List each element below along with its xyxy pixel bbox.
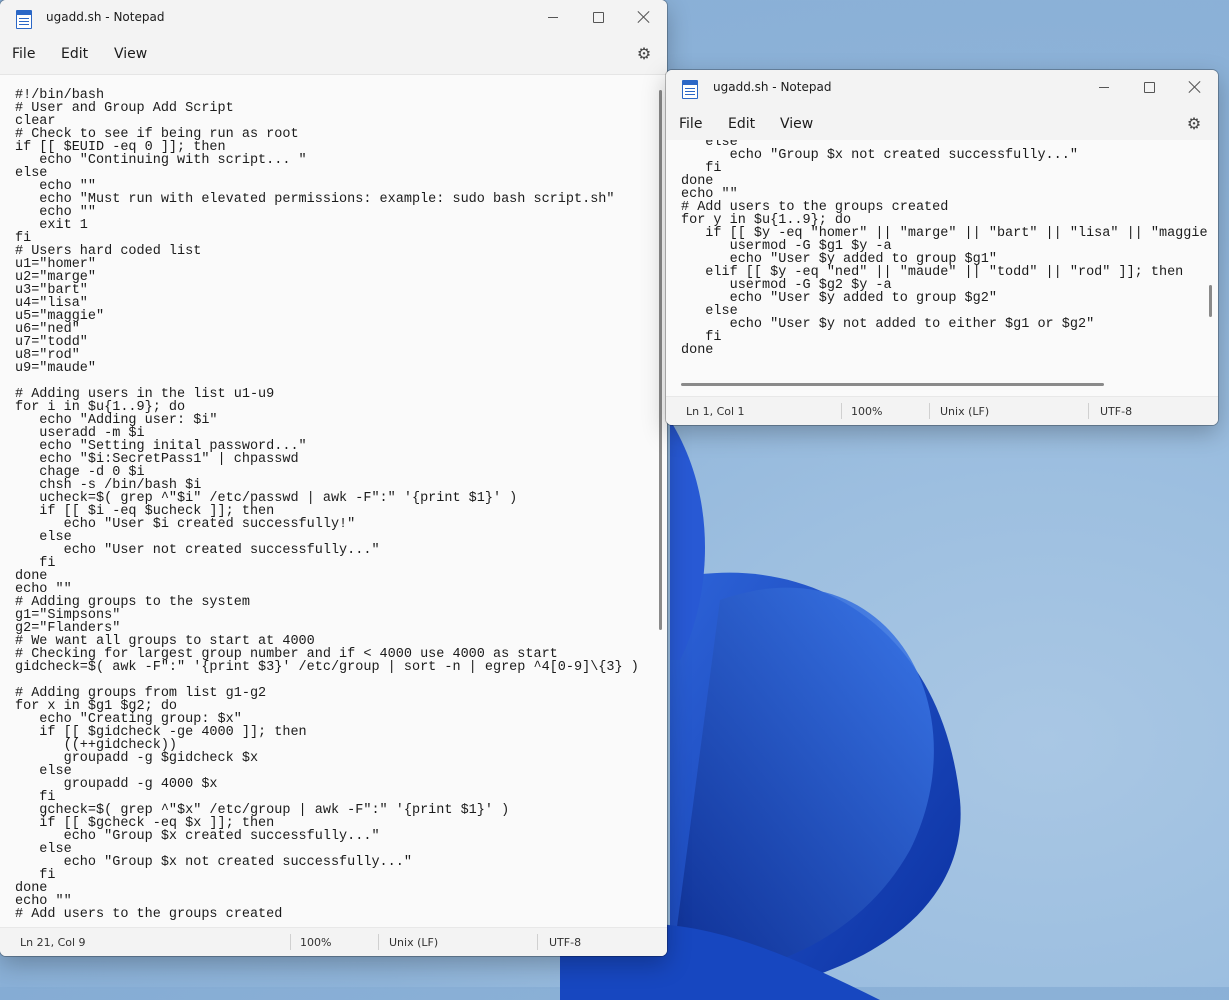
menu-bar: File Edit View ⚙: [0, 36, 667, 75]
close-icon: [638, 11, 650, 23]
menu-edit[interactable]: Edit: [728, 116, 755, 132]
text-editor[interactable]: #!/bin/bash # User and Group Add Script …: [0, 75, 667, 928]
minimize-icon: [548, 16, 558, 18]
text-editor[interactable]: else echo "Group $x not created successf…: [666, 140, 1218, 397]
title-bar[interactable]: ugadd.sh - Notepad: [0, 0, 667, 36]
menu-file[interactable]: File: [12, 46, 35, 62]
vertical-scrollbar[interactable]: [1209, 285, 1212, 317]
status-divider: [841, 403, 842, 419]
minimize-button[interactable]: [530, 0, 576, 34]
vertical-scrollbar[interactable]: [659, 90, 662, 630]
close-button[interactable]: [621, 0, 667, 34]
horizontal-scrollbar[interactable]: [681, 383, 1104, 386]
minimize-icon: [1099, 86, 1109, 88]
menu-file[interactable]: File: [679, 116, 702, 132]
status-bar: Ln 21, Col 9 100% Unix (LF) UTF-8: [0, 927, 667, 956]
zoom-level[interactable]: 100%: [300, 936, 331, 949]
settings-gear-icon[interactable]: ⚙: [635, 45, 653, 63]
menu-edit[interactable]: Edit: [61, 46, 88, 62]
status-divider: [929, 403, 930, 419]
notepad-icon: [16, 10, 32, 29]
line-ending[interactable]: Unix (LF): [389, 936, 438, 949]
cursor-position: Ln 1, Col 1: [686, 405, 745, 418]
status-bar: Ln 1, Col 1 100% Unix (LF) UTF-8: [666, 396, 1218, 425]
minimize-button[interactable]: [1081, 70, 1127, 104]
close-button[interactable]: [1172, 70, 1218, 104]
editor-text[interactable]: else echo "Group $x not created successf…: [681, 140, 1218, 357]
close-icon: [1189, 81, 1201, 93]
notepad-icon: [682, 80, 698, 99]
menu-view[interactable]: View: [114, 46, 147, 62]
maximize-button[interactable]: [575, 0, 621, 34]
notepad-window-main[interactable]: ugadd.sh - Notepad File Edit View ⚙ #!/b…: [0, 0, 667, 956]
zoom-level[interactable]: 100%: [851, 405, 882, 418]
encoding[interactable]: UTF-8: [1100, 405, 1132, 418]
cursor-position: Ln 21, Col 9: [20, 936, 86, 949]
encoding[interactable]: UTF-8: [549, 936, 581, 949]
maximize-icon: [1143, 81, 1155, 93]
title-bar[interactable]: ugadd.sh - Notepad: [666, 70, 1218, 106]
status-divider: [290, 934, 291, 950]
status-divider: [378, 934, 379, 950]
maximize-icon: [592, 11, 604, 23]
notepad-window-secondary[interactable]: ugadd.sh - Notepad File Edit View ⚙ else…: [666, 70, 1218, 425]
line-ending[interactable]: Unix (LF): [940, 405, 989, 418]
editor-text[interactable]: #!/bin/bash # User and Group Add Script …: [15, 89, 667, 922]
window-title: ugadd.sh - Notepad: [46, 10, 165, 24]
status-divider: [1088, 403, 1089, 419]
status-divider: [537, 934, 538, 950]
settings-gear-icon[interactable]: ⚙: [1185, 115, 1203, 133]
maximize-button[interactable]: [1126, 70, 1172, 104]
menu-view[interactable]: View: [780, 116, 813, 132]
window-title: ugadd.sh - Notepad: [713, 80, 832, 94]
